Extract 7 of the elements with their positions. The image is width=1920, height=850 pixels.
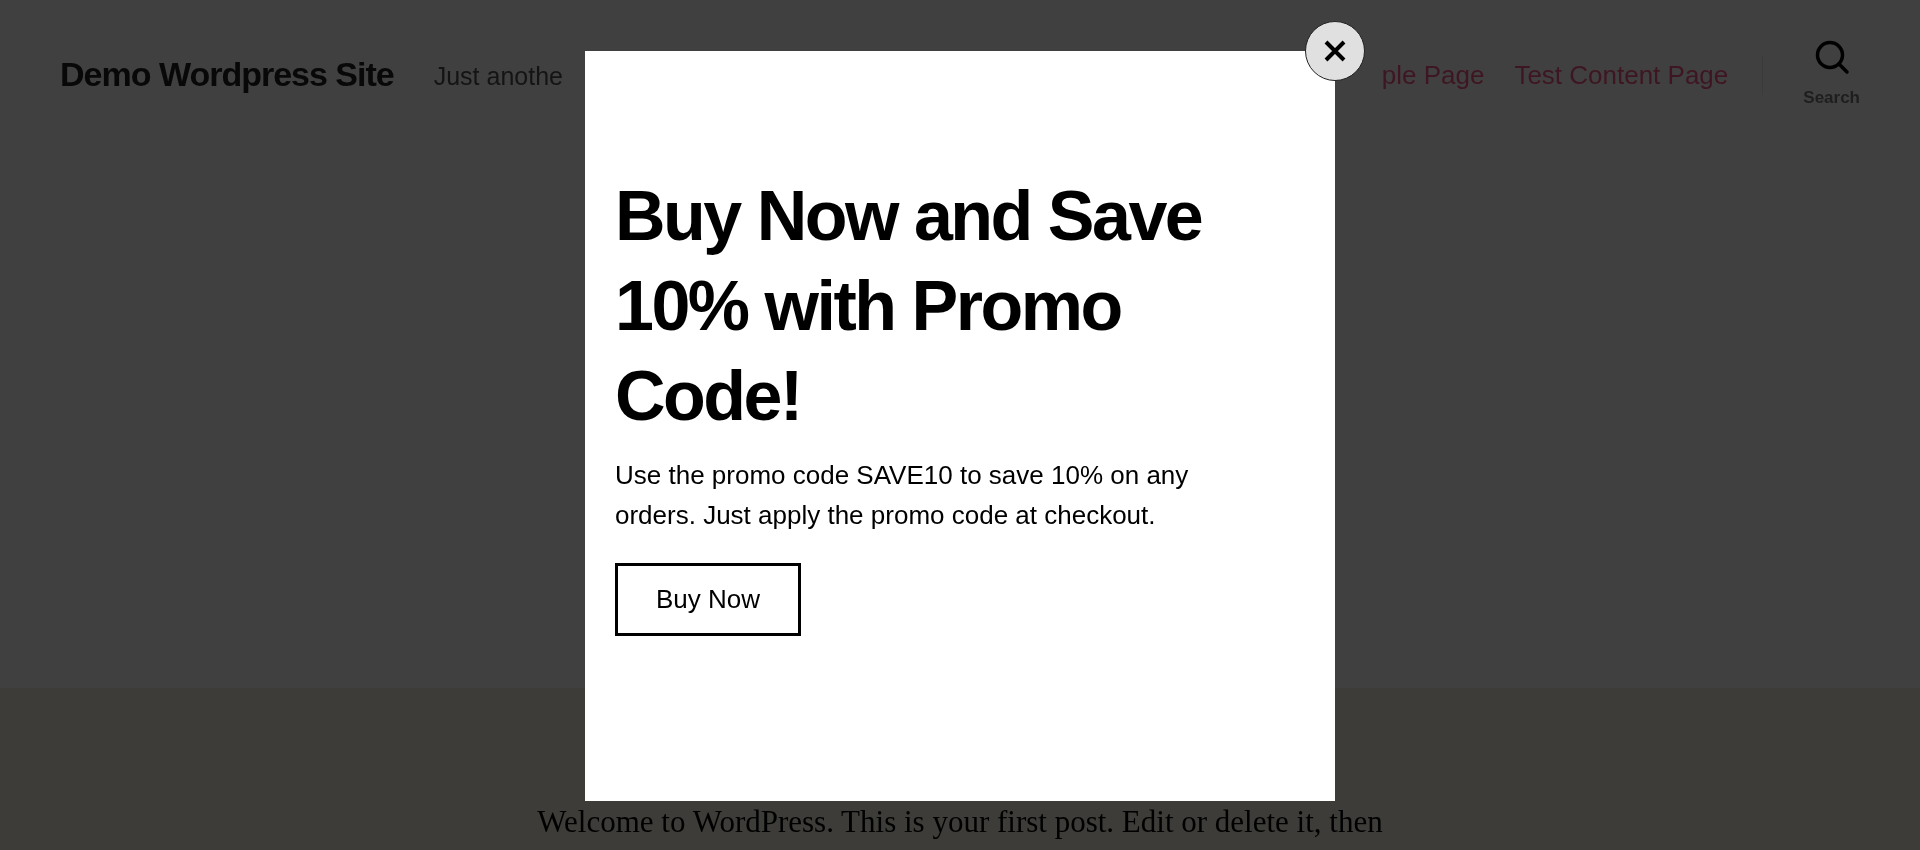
site-title[interactable]: Demo Wordpress Site: [60, 48, 394, 100]
search-icon: [1813, 39, 1850, 76]
close-icon: [1324, 40, 1346, 62]
post-excerpt: Welcome to WordPress. This is your first post. Edit or delete it, then: [537, 803, 1383, 841]
popup-text: Use the promo code SAVE10 to save 10% on any orders. Just apply the promo code at checkout.: [615, 459, 1190, 532]
popup-heading: Buy Now and Save 10% with Promo Code!: [615, 176, 1203, 437]
buy-now-button[interactable]: Buy Now: [615, 563, 802, 636]
